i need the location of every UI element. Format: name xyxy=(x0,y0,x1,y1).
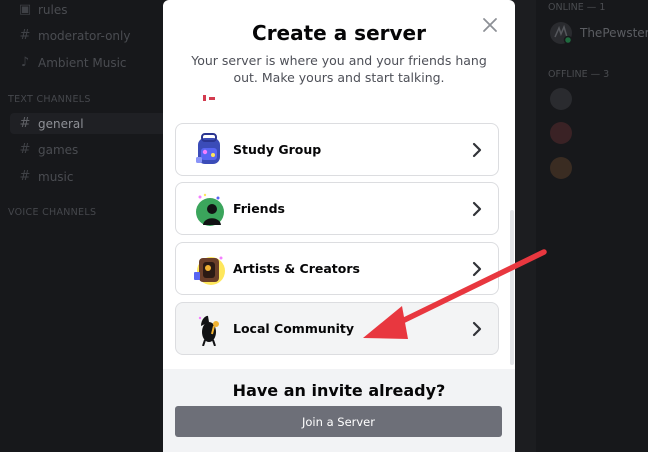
template-label: Study Group xyxy=(233,142,322,157)
hash-icon: # xyxy=(19,116,31,131)
avatar xyxy=(550,157,572,179)
voice-channels-category[interactable]: VOICE CHANNELS xyxy=(8,207,96,218)
modal-subtitle: Your server is where you and your friend… xyxy=(191,53,487,85)
community-icon xyxy=(198,315,219,346)
member-item[interactable] xyxy=(550,88,580,110)
member-item[interactable] xyxy=(550,122,580,144)
channel-rules[interactable]: ▣ rules xyxy=(18,2,68,17)
template-list[interactable]: Study Group Friends Artists & Creators L… xyxy=(163,95,515,369)
text-channels-category[interactable]: TEXT CHANNELS xyxy=(8,94,91,105)
scrollbar[interactable] xyxy=(510,210,514,365)
template-friends[interactable]: Friends xyxy=(175,182,499,235)
hash-icon: # xyxy=(19,28,31,43)
backpack-icon xyxy=(196,133,220,164)
offline-header: OFFLINE — 3 xyxy=(548,69,610,80)
chevron-right-icon xyxy=(472,201,482,217)
invite-heading: Have an invite already? xyxy=(232,381,446,400)
artists-icon xyxy=(194,256,225,285)
online-header: ONLINE — 1 xyxy=(548,2,606,13)
join-server-button[interactable]: Join a Server xyxy=(175,406,502,437)
template-label: Local Community xyxy=(233,321,355,336)
friends-icon xyxy=(196,193,224,226)
avatar xyxy=(550,22,572,44)
modal-footer: Have an invite already? Join a Server xyxy=(163,369,515,452)
template-label: Friends xyxy=(233,201,285,216)
template-study-group[interactable]: Study Group xyxy=(175,123,499,176)
template-local-community[interactable]: Local Community xyxy=(175,302,499,355)
modal-title: Create a server xyxy=(252,21,426,45)
channel-sidebar: ▣ rules # moderator-only ♪ Ambient Music… xyxy=(0,0,176,452)
channel-ambient-music[interactable]: ♪ Ambient Music xyxy=(18,55,127,70)
member-item[interactable]: ThePewster xyxy=(550,22,648,44)
member-list: ONLINE — 1 ThePewster OFFLINE — 3 xyxy=(536,0,648,452)
chevron-right-icon xyxy=(472,321,482,337)
channel-music[interactable]: # music xyxy=(18,169,74,184)
hash-icon: # xyxy=(19,169,31,184)
create-server-modal: Create a server Your server is where you… xyxy=(163,0,515,452)
chevron-right-icon xyxy=(472,142,482,158)
close-button[interactable] xyxy=(479,14,501,36)
channel-games[interactable]: # games xyxy=(18,142,79,157)
create-my-own-icon xyxy=(203,95,215,101)
template-artists-creators[interactable]: Artists & Creators xyxy=(175,242,499,295)
template-label: Artists & Creators xyxy=(233,261,360,276)
channel-moderator-only[interactable]: # moderator-only xyxy=(18,28,131,43)
rules-icon: ▣ xyxy=(18,2,32,17)
chevron-right-icon xyxy=(472,261,482,277)
speaker-icon: ♪ xyxy=(20,55,30,70)
channel-general[interactable]: # general xyxy=(10,113,176,134)
close-icon xyxy=(483,18,497,32)
member-item[interactable] xyxy=(550,157,580,179)
avatar xyxy=(550,122,572,144)
avatar xyxy=(550,88,572,110)
hash-icon: # xyxy=(19,142,31,157)
